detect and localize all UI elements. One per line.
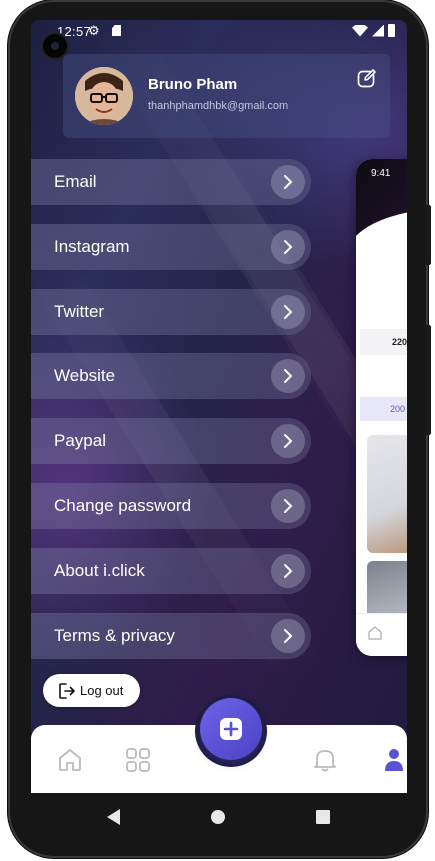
menu-item-label: Website <box>54 366 116 386</box>
preview-stat: 220 <box>360 329 407 355</box>
preview-nav <box>356 613 407 656</box>
logout-label: Log out <box>80 683 124 698</box>
menu-item-twitter[interactable]: Twitter <box>31 288 311 335</box>
edit-profile-button[interactable] <box>356 67 378 89</box>
profile-icon[interactable] <box>383 747 405 773</box>
profile-email: thanhphamdhbk@gmail.com <box>148 100 289 112</box>
status-icons <box>352 24 395 37</box>
volume-button <box>425 205 431 265</box>
chevron-right-icon[interactable] <box>271 488 305 523</box>
chevron-right-icon[interactable] <box>271 553 305 588</box>
camera-hole <box>43 34 67 58</box>
android-nav-bar <box>31 793 407 841</box>
menu-item-label: Terms & privacy <box>54 625 175 645</box>
signal-icon <box>372 24 384 37</box>
menu-item-email[interactable]: Email <box>31 159 311 205</box>
preview-image <box>367 561 407 613</box>
battery-icon <box>388 24 395 37</box>
menu-item-label: Paypal <box>54 431 106 451</box>
profile-card[interactable]: Bruno Pham thanhphamdhbk@gmail.com <box>63 54 390 138</box>
avatar-image <box>75 67 133 125</box>
menu-item-label: Change password <box>54 495 192 515</box>
menu-item-label: About i.click <box>54 560 145 580</box>
chevron-right-icon[interactable] <box>271 359 305 394</box>
sim-icon <box>112 25 121 36</box>
main-screen-preview[interactable]: 9:41 220 200 <box>356 159 407 656</box>
preview-stat-value: 200 <box>390 404 406 414</box>
logout-button[interactable]: Log out <box>43 674 140 707</box>
edit-icon <box>357 69 376 88</box>
add-icon <box>220 718 242 740</box>
settings-menu: Email Instagram Twitter Website Paypal C… <box>31 159 311 677</box>
menu-item-about[interactable]: About i.click <box>31 547 311 594</box>
wifi-icon <box>352 24 368 37</box>
logout-icon <box>59 683 75 699</box>
preview-time: 9:41 <box>371 168 391 179</box>
power-button <box>425 325 431 435</box>
add-button[interactable] <box>200 698 262 760</box>
back-icon[interactable] <box>107 809 120 825</box>
home-icon[interactable] <box>57 747 83 773</box>
preview-stat-value: 220 <box>392 337 407 347</box>
bell-icon[interactable] <box>313 747 337 773</box>
grid-icon[interactable] <box>125 747 151 773</box>
menu-item-instagram[interactable]: Instagram <box>31 223 311 270</box>
preview-image <box>367 435 407 553</box>
chevron-right-icon[interactable] <box>271 294 305 329</box>
profile-name: Bruno Pham <box>148 76 238 93</box>
chevron-right-icon[interactable] <box>271 165 305 199</box>
menu-item-terms[interactable]: Terms & privacy <box>31 612 311 659</box>
app-screen: 12:57 ⚙ Bruno Pham thanhphamdhbk@gmail.c… <box>31 20 407 793</box>
menu-item-change-password[interactable]: Change password <box>31 482 311 529</box>
menu-item-label: Twitter <box>54 301 105 321</box>
menu-item-label: Email <box>54 172 97 191</box>
recent-apps-icon[interactable] <box>316 810 330 824</box>
home-icon <box>368 626 382 640</box>
preview-stat: 200 <box>360 397 407 421</box>
chevron-right-icon[interactable] <box>271 424 305 459</box>
menu-item-label: Instagram <box>54 236 130 256</box>
menu-item-paypal[interactable]: Paypal <box>31 418 311 465</box>
chevron-right-icon[interactable] <box>271 618 305 653</box>
menu-item-website[interactable]: Website <box>31 353 311 400</box>
home-button-icon[interactable] <box>211 810 225 824</box>
chevron-right-icon[interactable] <box>271 229 305 264</box>
avatar[interactable] <box>75 67 133 125</box>
settings-icon: ⚙ <box>88 23 100 38</box>
status-bar: 12:57 ⚙ <box>31 20 407 42</box>
